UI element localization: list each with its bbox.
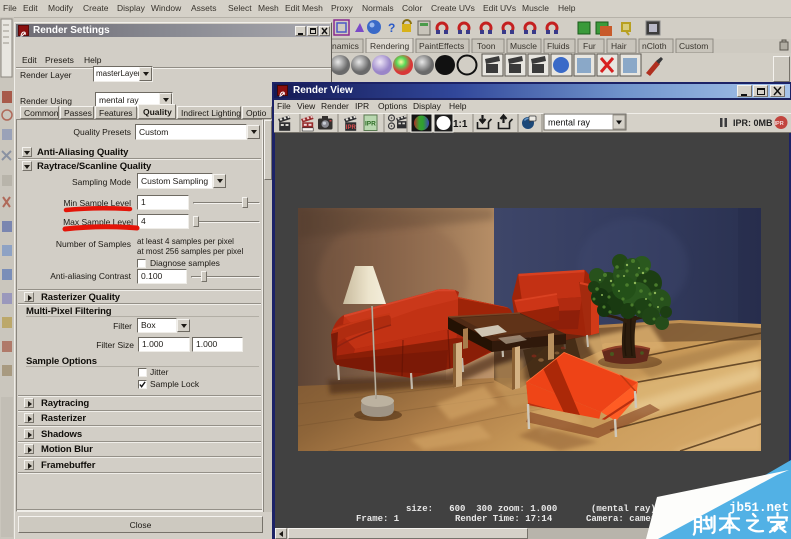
svg-text:Rendering: Rendering — [370, 41, 409, 51]
svg-text:?: ? — [388, 21, 395, 35]
svg-text:Fur: Fur — [583, 41, 596, 51]
svg-text:jb51.net: jb51.net — [729, 501, 789, 515]
svg-text:nCloth: nCloth — [642, 41, 667, 51]
svg-text:Hair: Hair — [611, 41, 627, 51]
svg-text:Custom: Custom — [679, 41, 708, 51]
svg-text:IPR: IPR — [365, 121, 376, 128]
svg-text:namics: namics — [332, 41, 359, 51]
svg-text:mental ray: mental ray — [548, 118, 591, 128]
svg-text:IPR: IPR — [346, 125, 357, 131]
svg-text:Muscle: Muscle — [510, 41, 537, 51]
svg-text:PaintEffects: PaintEffects — [419, 41, 464, 51]
svg-text:IPR: IPR — [775, 121, 784, 127]
svg-text:IPR: 0MB: IPR: 0MB — [733, 118, 773, 128]
svg-text:Fluids: Fluids — [547, 41, 570, 51]
svg-text:Toon: Toon — [477, 41, 496, 51]
svg-text:1:1: 1:1 — [453, 119, 468, 130]
